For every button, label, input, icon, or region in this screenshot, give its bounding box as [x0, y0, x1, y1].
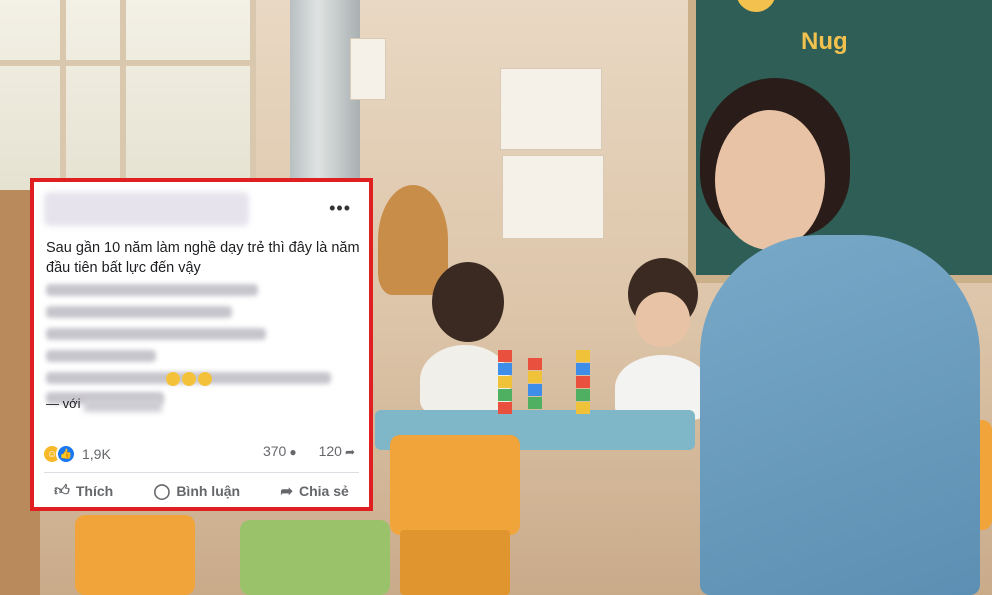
blurred-text-line: [46, 284, 258, 296]
emoji-icon: [198, 372, 212, 386]
post-actions: 👍︎ Thích ◯ Bình luận ➦ Chia sẻ: [34, 478, 369, 504]
comment-icon: ◯: [153, 483, 171, 500]
share-icon: ➦: [280, 483, 293, 500]
blurred-text-line: [46, 306, 232, 318]
emoji-icon: [166, 372, 180, 386]
emoji-icon: [182, 372, 196, 386]
comment-button[interactable]: ◯ Bình luận: [148, 478, 247, 504]
divider: [44, 472, 359, 473]
girl-head: [432, 262, 504, 342]
boy-face: [635, 292, 690, 347]
sun-drawing: [736, 0, 776, 12]
share-stat[interactable]: 120 ➦: [319, 443, 355, 459]
girl-body: [420, 345, 510, 415]
share-label: Chia sẻ: [299, 483, 349, 499]
post-text: Sau gần 10 năm làm nghề dạy trẻ thì đây …: [46, 238, 366, 278]
teacher-ao-dai: [700, 235, 980, 595]
orange-chair: [75, 515, 195, 595]
like-label: Thích: [75, 483, 114, 499]
reaction-count: 1,9K: [82, 446, 111, 462]
wall-drawing: [350, 38, 386, 100]
share-count: 120: [318, 443, 342, 459]
blurred-author-header: [44, 192, 249, 226]
orange-chair-legs: [400, 530, 510, 595]
ellipsis-icon[interactable]: •••: [329, 198, 351, 219]
wall-drawing: [502, 155, 604, 239]
share-arrow-icon: ➦: [344, 445, 355, 459]
blurred-tagged-name: [84, 398, 162, 412]
comment-bubble-icon: ●: [289, 445, 297, 459]
blurred-text-line: [46, 350, 156, 362]
emoji-icons: [166, 372, 212, 386]
share-button[interactable]: ➦ Chia sẻ: [274, 478, 354, 504]
thumbs-up-icon: 👍︎: [54, 482, 70, 499]
facebook-post-card: ••• Sau gần 10 năm làm nghề dạy trẻ thì …: [30, 178, 373, 511]
reaction-summary[interactable]: ☺ 👍 1,9K: [44, 444, 111, 464]
post-text-line: Sau gần 10 năm làm nghề dạy trẻ thì đây …: [46, 240, 360, 256]
comment-label: Bình luận: [176, 483, 241, 499]
post-text-line: đầu tiên bất lực đến vậy: [46, 260, 201, 276]
comment-count: 370: [262, 443, 287, 459]
wall-drawing: [500, 68, 602, 150]
tagged-with-label: — với: [46, 396, 81, 411]
like-reaction-icon: 👍: [56, 444, 76, 464]
like-button[interactable]: 👍︎ Thích: [48, 478, 119, 504]
engagement-stats: 370 ● 120 ➦: [263, 443, 355, 459]
green-chair: [240, 520, 390, 595]
orange-chair: [390, 435, 520, 535]
chalkboard-text: Nug: [801, 28, 848, 55]
comment-stat[interactable]: 370 ●: [263, 443, 297, 459]
blurred-text-line: [46, 328, 266, 340]
window: [0, 0, 256, 190]
teacher-face: [715, 110, 825, 250]
